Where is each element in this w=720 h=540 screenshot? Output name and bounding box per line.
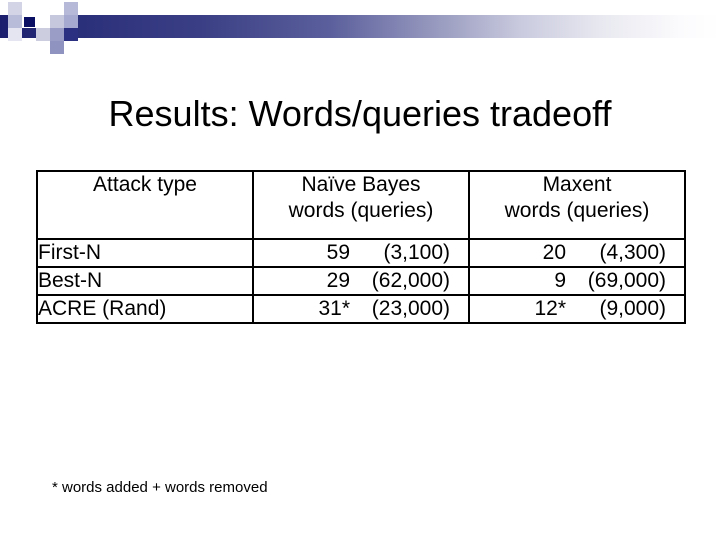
deco-square-13 <box>64 15 78 28</box>
cell-maxent: 9 (69,000) <box>468 266 686 296</box>
cell-maxent: 20 (4,300) <box>468 238 686 268</box>
cell-queries: (69,000) <box>587 269 666 292</box>
cell-attack-type: First-N <box>36 238 254 268</box>
deco-square-2 <box>8 15 22 28</box>
deco-square-14 <box>64 28 78 41</box>
cell-queries: (23,000) <box>371 297 450 320</box>
column-header-label: Maxent <box>542 173 612 196</box>
table-header-row: Attack type Naïve Bayes words (queries) … <box>36 170 686 240</box>
cell-attack-type: ACRE (Rand) <box>36 294 254 324</box>
deco-square-8 <box>36 41 50 54</box>
column-header-label: Attack type <box>93 173 197 196</box>
deco-square-9 <box>50 15 64 28</box>
deco-square-1 <box>8 2 22 15</box>
cell-naive-bayes: 59 (3,100) <box>252 238 470 268</box>
deco-square-3 <box>8 28 22 41</box>
cell-words: 12* <box>534 297 566 320</box>
column-header-maxent: Maxent words (queries) <box>468 170 686 240</box>
table-row: ACRE (Rand) 31* (23,000) 12* (9,000) <box>36 294 686 324</box>
cell-words: 29 <box>326 269 350 292</box>
results-table: Attack type Naïve Bayes words (queries) … <box>36 170 686 324</box>
table-row: Best-N 29 (62,000) 9 (69,000) <box>36 266 686 296</box>
cell-words: 31* <box>318 297 350 320</box>
cell-naive-bayes: 29 (62,000) <box>252 266 470 296</box>
cell-queries: (4,300) <box>599 241 666 264</box>
deco-square-7 <box>36 28 50 41</box>
deco-square-12 <box>64 2 78 15</box>
slide-header-decoration <box>0 0 720 60</box>
cell-queries: (9,000) <box>599 297 666 320</box>
cell-attack-type: Best-N <box>36 266 254 296</box>
cell-words: 59 <box>326 241 350 264</box>
column-header-sublabel: words (queries) <box>504 199 650 222</box>
cell-maxent: 12* (9,000) <box>468 294 686 324</box>
cell-words: 20 <box>542 241 566 264</box>
column-header-attack-type: Attack type <box>36 170 254 240</box>
cell-queries: (62,000) <box>371 269 450 292</box>
deco-square-10 <box>50 28 64 41</box>
footnote: * words added + words removed <box>52 479 268 496</box>
column-header-label: Naïve Bayes <box>301 173 421 196</box>
cell-naive-bayes: 31* (23,000) <box>252 294 470 324</box>
header-gradient-bar <box>0 15 720 38</box>
deco-square-11 <box>50 41 64 54</box>
cell-words: 9 <box>554 269 566 292</box>
deco-square-6 <box>36 15 50 28</box>
table-row: First-N 59 (3,100) 20 (4,300) <box>36 238 686 268</box>
deco-square-5 <box>24 17 35 27</box>
cell-queries: (3,100) <box>383 241 450 264</box>
page-title: Results: Words/queries tradeoff <box>108 93 612 135</box>
column-header-sublabel: words (queries) <box>288 199 434 222</box>
column-header-naive-bayes: Naïve Bayes words (queries) <box>252 170 470 240</box>
